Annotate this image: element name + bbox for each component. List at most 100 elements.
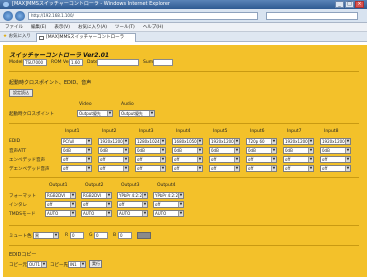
outputs-select[interactable]: AUTO ▼ [45,210,76,217]
edid-select[interactable]: off ▼ [320,165,351,172]
tab-controller[interactable]: [MAX]MMSスイッチャーコントローラ [36,33,136,42]
window-controls: _ □ × [335,1,364,8]
search-input[interactable] [266,12,358,20]
edid-select[interactable]: 720p 60 ▼ [246,138,277,145]
outputs-select-value: AUTO [155,211,167,216]
edid-select[interactable]: 1920x1200 ▼ [98,138,129,145]
copy-from-label: コピー元 [9,263,27,268]
close-button[interactable]: × [355,1,364,8]
outputs-select[interactable]: AUTO ▼ [81,210,112,217]
tab-bar: ★ お気に入り [MAX]MMSスイッチャーコントローラ [0,32,367,42]
chevron-down-icon: ▼ [41,262,46,267]
outputs-select[interactable]: off ▼ [81,201,112,208]
copy-to-select[interactable]: IN1 ▼ [68,261,86,268]
edid-select-value: 0dB [211,148,219,153]
edid-select[interactable]: off ▼ [98,165,129,172]
model-label: Model [9,60,23,65]
edid-select[interactable]: off ▼ [98,156,129,163]
outputs-select[interactable]: YPbPr 4:2:2 ▼ [153,192,184,199]
menu-tools[interactable]: ツール(T) [115,23,135,31]
edid-select[interactable]: off ▼ [320,156,351,163]
edid-select[interactable]: 0dB ▼ [283,147,314,154]
outputs-select[interactable]: off ▼ [153,201,184,208]
b-field[interactable]: 0 [118,232,132,239]
edid-select[interactable]: off ▼ [61,156,92,163]
edid-select[interactable]: 0dB ▼ [172,147,203,154]
edid-select[interactable]: 0dB ▼ [61,147,92,154]
edid-select[interactable]: off ▼ [283,165,314,172]
edid-select[interactable]: off ▼ [209,165,240,172]
edid-select[interactable]: PCfull ▼ [61,138,92,145]
chevron-down-icon: ▼ [70,211,75,216]
outputs-select[interactable]: AUTO ▼ [153,210,184,217]
edid-select[interactable]: 1680x1050 ▼ [172,138,203,145]
menu-edit[interactable]: 編集(E) [31,23,46,31]
menu-view[interactable]: 表示(V) [54,23,70,31]
g-field[interactable]: 0 [94,232,108,239]
divider [9,123,359,124]
maximize-button[interactable]: □ [345,1,354,8]
r-field[interactable]: 0 [70,232,84,239]
edid-select[interactable]: 1280x1024 ▼ [135,138,166,145]
video-crosspoint-select[interactable]: Output優先 ▼ [77,110,113,117]
minimize-button[interactable]: _ [335,1,344,8]
edid-select[interactable]: off ▼ [135,165,166,172]
audio-crosspoint-value: Output優先 [121,111,143,116]
chevron-down-icon: ▼ [86,139,91,144]
crosspoint-section-label: 起動時クロスポイント、EDID、音声 [9,80,92,86]
edid-select-value: 0dB [100,148,108,153]
edid-select[interactable]: 0dB ▼ [98,147,129,154]
menu-file[interactable]: ファイル [5,23,23,31]
edid-select-value: 1920x1200 [100,139,123,144]
outputs-select[interactable]: RGB2DVI ▼ [45,192,76,199]
chevron-down-icon: ▼ [234,148,239,153]
menu-favorites[interactable]: お気に入り(A) [78,23,107,31]
edid-select[interactable]: 1920x1200 ▼ [209,138,240,145]
edid-select[interactable]: 0dB ▼ [209,147,240,154]
model-field: TSU7000 [23,59,47,66]
outputs-select[interactable]: AUTO ▼ [117,210,148,217]
edid-select[interactable]: 0dB ▼ [246,147,277,154]
edid-select-value: 1280x1024 [137,139,160,144]
read-settings-button[interactable]: 設定読込 [9,89,33,97]
favorites-button[interactable]: ★ お気に入り [3,33,31,41]
edid-select-value: off [322,157,328,162]
chevron-down-icon: ▼ [308,166,313,171]
chevron-down-icon: ▼ [142,202,147,207]
edid-select[interactable]: 0dB ▼ [135,147,166,154]
edid-select[interactable]: off ▼ [246,156,277,163]
page-title: スイッチャーコントローラ Ver2.01 [9,52,110,59]
edid-select[interactable]: off ▼ [283,156,314,163]
chevron-down-icon: ▼ [86,166,91,171]
edid-select[interactable]: 1920x1200 ▼ [283,138,314,145]
address-input[interactable]: http://192.168.1.100/ [28,12,258,20]
divider [9,245,359,246]
forward-icon[interactable] [15,11,25,21]
edid-select[interactable]: off ▼ [209,156,240,163]
chevron-down-icon: ▼ [53,233,58,238]
menu-help[interactable]: ヘルプ(H) [143,23,163,31]
outputs-select-value: off [83,202,89,207]
outputs-select[interactable]: off ▼ [117,201,148,208]
edid-select[interactable]: off ▼ [172,156,203,163]
outputs-select[interactable]: YPbPr 4:2:2 ▼ [117,192,148,199]
edid-select[interactable]: 0dB ▼ [320,147,351,154]
copy-from-select[interactable]: OUT1 ▼ [27,261,47,268]
outputs-select[interactable]: RGB2DVI ▼ [81,192,112,199]
edid-select[interactable]: off ▼ [246,165,277,172]
mute-color-select[interactable]: 黒 ▼ [33,232,59,239]
back-icon[interactable] [3,11,13,21]
copy-execute-button[interactable]: 実行 [89,260,102,268]
chevron-down-icon: ▼ [234,157,239,162]
edid-select-value: off [322,166,328,171]
edid-select[interactable]: off ▼ [135,156,166,163]
chevron-down-icon: ▼ [308,157,313,162]
edid-select[interactable]: off ▼ [61,165,92,172]
outputs-row-label: TMDSモード [9,212,36,217]
divider [9,71,359,72]
outputs-select[interactable]: off ▼ [45,201,76,208]
edid-select[interactable]: 1920x1200 ▼ [320,138,351,145]
audio-crosspoint-select[interactable]: Output優先 ▼ [119,110,155,117]
edid-select[interactable]: off ▼ [172,165,203,172]
edid-select-value: 1680x1050 [174,139,197,144]
